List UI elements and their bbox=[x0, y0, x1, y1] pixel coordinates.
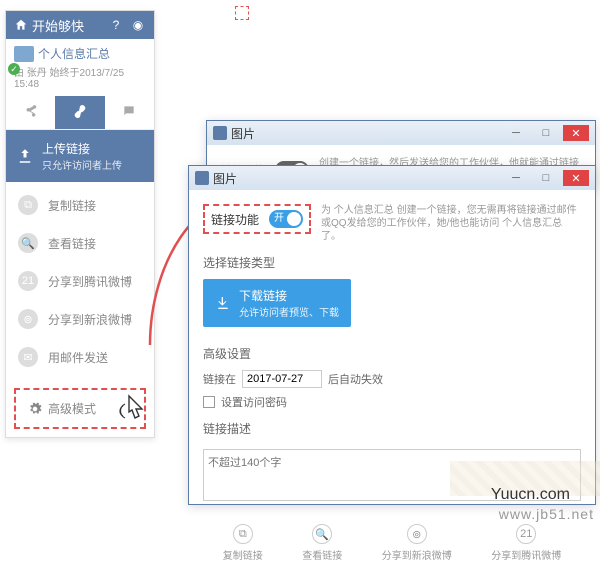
action-label: 分享到腾讯微博 bbox=[491, 547, 561, 562]
app-icon bbox=[213, 126, 227, 140]
window-titlebar[interactable]: 图片 ─ □ ✕ bbox=[189, 166, 595, 190]
folder-icon bbox=[14, 46, 34, 62]
close-button[interactable]: ✕ bbox=[563, 170, 589, 186]
action-tencent-weibo[interactable]: 21 分享到腾讯微博 bbox=[6, 262, 154, 300]
minimize-button[interactable]: ─ bbox=[503, 170, 529, 186]
action-tencent-weibo[interactable]: 21 分享到腾讯微博 bbox=[491, 524, 561, 562]
file-meta: 由 张丹 始终于2013/7/25 15:48 bbox=[14, 64, 146, 90]
globe-icon[interactable]: ◉ bbox=[130, 17, 146, 33]
credit-text: Yuucn.com bbox=[491, 486, 570, 504]
action-label: 分享到新浪微博 bbox=[48, 311, 132, 328]
download-icon bbox=[215, 295, 231, 311]
sina-icon: ⊚ bbox=[407, 524, 427, 544]
advanced-mode-label: 高级模式 bbox=[48, 400, 96, 417]
action-email[interactable]: ✉ 用邮件发送 bbox=[6, 338, 154, 376]
help-icon[interactable]: ? bbox=[108, 17, 124, 33]
action-copy-link[interactable]: ⧉ 复制链接 bbox=[6, 186, 154, 224]
expire-date-input[interactable] bbox=[242, 370, 322, 388]
advanced-mode-button[interactable]: 高级模式 bbox=[14, 388, 146, 429]
share-panel: 开始够快 ? ◉ 个人信息汇总 由 张丹 始终于2013/7/25 15:48 … bbox=[5, 10, 155, 438]
tab-comment[interactable] bbox=[105, 96, 154, 129]
expire-row: 链接在 后自动失效 bbox=[203, 370, 581, 388]
app-icon bbox=[195, 171, 209, 185]
link-feature-label: 链接功能 bbox=[211, 211, 259, 228]
tab-bar bbox=[6, 96, 154, 130]
window-link-enabled: 图片 ─ □ ✕ 链接功能 开 为 个人信息汇总 创建一个链接，您无需再将链接通… bbox=[188, 165, 596, 505]
action-label: 复制链接 bbox=[48, 197, 96, 214]
tab-share[interactable] bbox=[6, 96, 55, 129]
download-sub: 允许访问者预览、下载 bbox=[239, 304, 339, 319]
checkmark-icon: ✓ bbox=[8, 63, 20, 75]
mail-icon: ✉ bbox=[18, 347, 38, 367]
link-on-desc: 为 个人信息汇总 创建一个链接，您无需再将链接通过邮件或QQ发给您的工作伙伴，她… bbox=[321, 204, 581, 243]
link-toggle-row: 链接功能 开 bbox=[203, 204, 311, 234]
header-title: 开始够快 bbox=[32, 16, 104, 35]
action-label: 分享到新浪微博 bbox=[382, 547, 452, 562]
maximize-button[interactable]: □ bbox=[533, 125, 559, 141]
bottom-actions: ⧉ 复制链接 🔍 查看链接 ⊚ 分享到新浪微博 21 分享到腾讯微博 bbox=[203, 516, 581, 562]
upload-link-block[interactable]: 上传链接 只允许访问者上传 bbox=[6, 130, 154, 182]
toggle-state: 开 bbox=[274, 213, 284, 224]
download-title: 下载链接 bbox=[239, 287, 339, 304]
upload-sub: 只允许访问者上传 bbox=[42, 157, 122, 172]
action-sina-weibo[interactable]: ⊚ 分享到新浪微博 bbox=[6, 300, 154, 338]
select-type-label: 选择链接类型 bbox=[203, 254, 581, 271]
action-label: 用邮件发送 bbox=[48, 349, 108, 366]
file-info: 个人信息汇总 由 张丹 始终于2013/7/25 15:48 ✓ bbox=[6, 39, 154, 96]
panel-header: 开始够快 ? ◉ bbox=[6, 11, 154, 39]
minimize-button[interactable]: ─ bbox=[503, 125, 529, 141]
sina-icon: ⊚ bbox=[18, 309, 38, 329]
gear-icon bbox=[28, 402, 42, 416]
view-icon: 🔍 bbox=[18, 233, 38, 253]
tencent-icon: 21 bbox=[516, 524, 536, 544]
copy-icon: ⧉ bbox=[233, 524, 253, 544]
expire-suffix: 后自动失效 bbox=[328, 371, 383, 387]
maximize-button[interactable]: □ bbox=[533, 170, 559, 186]
desc-label: 链接描述 bbox=[203, 420, 581, 437]
link-toggle-on[interactable]: 开 bbox=[269, 210, 303, 228]
action-copy-link[interactable]: ⧉ 复制链接 bbox=[223, 524, 263, 562]
view-icon: 🔍 bbox=[312, 524, 332, 544]
home-icon bbox=[14, 18, 28, 32]
share-actions-list: ⧉ 复制链接 🔍 查看链接 21 分享到腾讯微博 ⊚ 分享到新浪微博 ✉ 用邮件发送 bbox=[6, 182, 154, 380]
password-row: 设置访问密码 bbox=[203, 394, 581, 410]
tencent-icon: 21 bbox=[18, 271, 38, 291]
copy-icon: ⧉ bbox=[18, 195, 38, 215]
window-titlebar[interactable]: 图片 ─ □ ✕ bbox=[207, 121, 595, 145]
file-title: 个人信息汇总 bbox=[38, 45, 110, 62]
upload-icon bbox=[16, 147, 34, 165]
watermark-text: www.jb51.net bbox=[499, 506, 594, 522]
advanced-settings-label: 高级设置 bbox=[203, 345, 581, 362]
expire-prefix: 链接在 bbox=[203, 371, 236, 387]
tab-link[interactable] bbox=[55, 96, 104, 129]
action-label: 查看链接 bbox=[48, 235, 96, 252]
action-label: 分享到腾讯微博 bbox=[48, 273, 132, 290]
window-title: 图片 bbox=[231, 125, 255, 142]
password-label: 设置访问密码 bbox=[221, 394, 287, 410]
download-link-button[interactable]: 下载链接 允许访问者预览、下载 bbox=[203, 279, 351, 327]
action-sina-weibo[interactable]: ⊚ 分享到新浪微博 bbox=[382, 524, 452, 562]
password-checkbox[interactable] bbox=[203, 396, 215, 408]
callout-box bbox=[235, 6, 249, 20]
upload-title: 上传链接 bbox=[42, 140, 122, 157]
action-view-link[interactable]: 🔍 查看链接 bbox=[302, 524, 342, 562]
action-label: 复制链接 bbox=[223, 547, 263, 562]
close-button[interactable]: ✕ bbox=[563, 125, 589, 141]
window-title: 图片 bbox=[213, 170, 237, 187]
action-view-link[interactable]: 🔍 查看链接 bbox=[6, 224, 154, 262]
action-label: 查看链接 bbox=[302, 547, 342, 562]
